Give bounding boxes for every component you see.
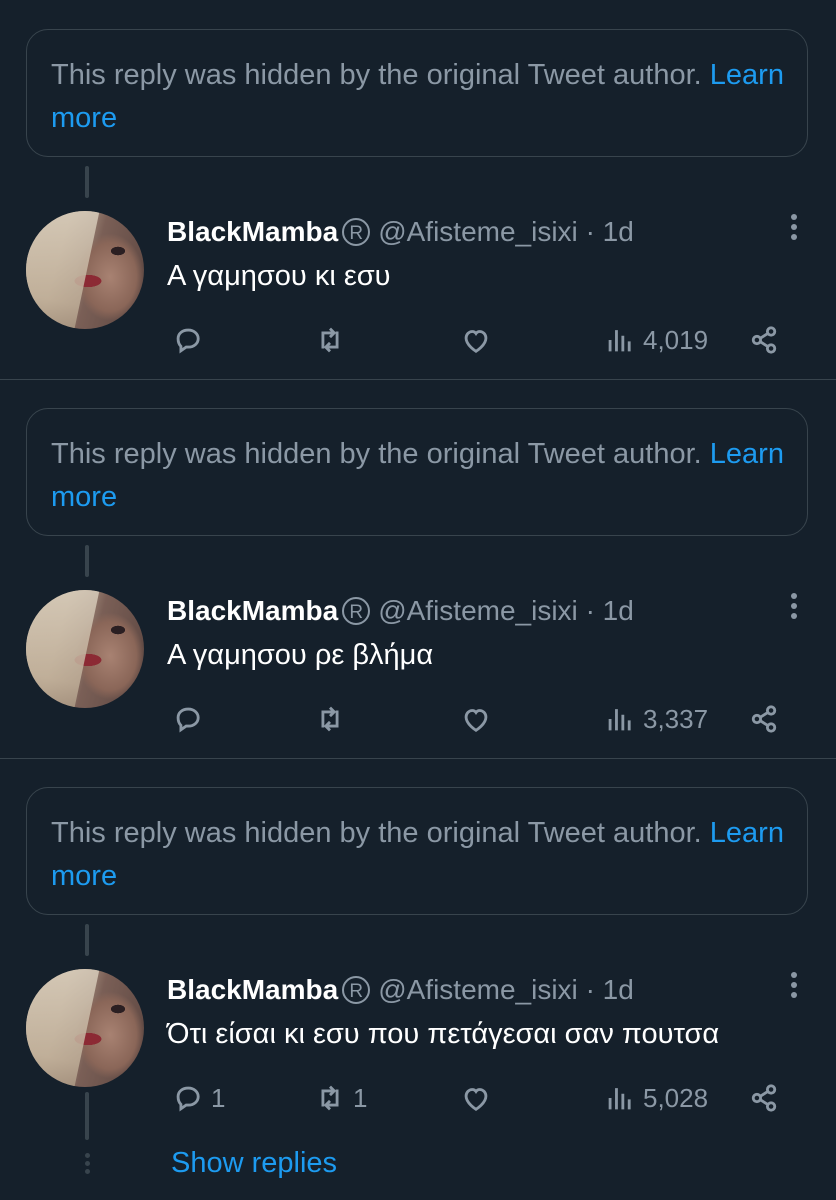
reply-button[interactable] bbox=[171, 320, 211, 360]
tweet-header: BlackMamba R @Afisteme_isixi · 1d bbox=[167, 591, 634, 631]
user-handle[interactable]: @Afisteme_isixi bbox=[378, 974, 578, 1005]
retweet-icon bbox=[321, 706, 339, 732]
more-vertical-icon[interactable] bbox=[782, 968, 806, 1008]
tweet-text: Ότι είσαι κι εσυ που πετάγεσαι σαν πουτσ… bbox=[167, 1018, 720, 1050]
like-button[interactable] bbox=[459, 320, 493, 360]
thread-section-2: This reply was hidden by the original Tw… bbox=[0, 379, 836, 759]
tweet-time[interactable]: · 1d bbox=[586, 595, 634, 626]
share-button[interactable] bbox=[747, 1078, 781, 1118]
registered-badge-icon: R bbox=[342, 217, 371, 246]
share-button[interactable] bbox=[747, 320, 781, 360]
tweet-time[interactable]: · 1d bbox=[586, 974, 634, 1005]
share-icon bbox=[751, 705, 777, 733]
display-name[interactable]: BlackMamba bbox=[167, 974, 338, 1005]
reply-icon bbox=[176, 328, 200, 354]
reply-icon bbox=[176, 707, 200, 733]
tweet-actions: 1 1 5,028 bbox=[167, 1078, 787, 1118]
tweet-actions: 3,337 bbox=[167, 699, 787, 739]
views-count: 5,028 bbox=[643, 1082, 709, 1113]
more-vertical-icon[interactable] bbox=[782, 589, 806, 629]
thread-connector bbox=[85, 545, 89, 577]
retweet-icon bbox=[321, 327, 339, 353]
tweet-header: BlackMamba R @Afisteme_isixi · 1d bbox=[167, 970, 634, 1010]
thread-section-1: This reply was hidden by the original Tw… bbox=[0, 0, 836, 380]
user-handle[interactable]: @Afisteme_isixi bbox=[378, 216, 578, 247]
views-icon bbox=[608, 709, 631, 731]
hidden-reply-notice: This reply was hidden by the original Tw… bbox=[26, 787, 808, 915]
views-count: 4,019 bbox=[643, 324, 709, 355]
hidden-reply-text: This reply was hidden by the original Tw… bbox=[51, 54, 791, 140]
hidden-reply-message: This reply was hidden by the original Tw… bbox=[51, 817, 702, 849]
views-count: 3,337 bbox=[643, 703, 709, 734]
views-icon bbox=[608, 1088, 631, 1110]
hidden-reply-message: This reply was hidden by the original Tw… bbox=[51, 59, 702, 91]
retweet-count: 1 bbox=[353, 1082, 368, 1113]
tweet-text: Α γαμησου κι εσυ bbox=[167, 260, 391, 292]
hidden-reply-notice: This reply was hidden by the original Tw… bbox=[26, 29, 808, 157]
views-button[interactable]: 5,028 bbox=[603, 1078, 708, 1118]
thread-connector bbox=[85, 924, 89, 956]
more-vertical-icon[interactable] bbox=[782, 210, 806, 250]
hidden-reply-notice: This reply was hidden by the original Tw… bbox=[26, 408, 808, 536]
reply-count: 1 bbox=[211, 1082, 226, 1113]
like-button[interactable] bbox=[459, 699, 493, 739]
retweet-button[interactable] bbox=[313, 320, 353, 360]
tweet-header: BlackMamba R @Afisteme_isixi · 1d bbox=[167, 212, 634, 252]
views-button[interactable]: 4,019 bbox=[603, 320, 708, 360]
thread-continuation-dots bbox=[81, 1150, 93, 1180]
avatar[interactable] bbox=[26, 969, 144, 1087]
thread-connector bbox=[85, 1092, 89, 1140]
heart-icon bbox=[464, 1088, 488, 1111]
avatar[interactable] bbox=[26, 211, 144, 329]
show-replies-link[interactable]: Show replies bbox=[171, 1143, 337, 1183]
avatar[interactable] bbox=[26, 590, 144, 708]
hidden-reply-text: This reply was hidden by the original Tw… bbox=[51, 433, 791, 519]
display-name[interactable]: BlackMamba bbox=[167, 216, 338, 247]
thread-connector bbox=[85, 166, 89, 198]
share-button[interactable] bbox=[747, 699, 781, 739]
like-button[interactable] bbox=[459, 1078, 493, 1118]
share-icon bbox=[751, 326, 777, 354]
retweet-button[interactable] bbox=[313, 699, 353, 739]
registered-badge-icon: R bbox=[342, 975, 371, 1004]
reply-icon bbox=[176, 1086, 200, 1112]
heart-icon bbox=[464, 709, 488, 732]
hidden-reply-text: This reply was hidden by the original Tw… bbox=[51, 812, 791, 898]
heart-icon bbox=[464, 330, 488, 353]
registered-badge-icon: R bbox=[342, 596, 371, 625]
tweet-text: Α γαμησου ρε βλήμα bbox=[167, 639, 434, 671]
display-name[interactable]: BlackMamba bbox=[167, 595, 338, 626]
views-icon bbox=[608, 330, 631, 352]
thread-section-3: This reply was hidden by the original Tw… bbox=[0, 758, 836, 1137]
tweet-time[interactable]: · 1d bbox=[586, 216, 634, 247]
retweet-icon bbox=[321, 1085, 339, 1111]
reply-button[interactable]: 1 bbox=[171, 1078, 225, 1118]
views-button[interactable]: 3,337 bbox=[603, 699, 708, 739]
tweet-actions: 4,019 bbox=[167, 320, 787, 360]
user-handle[interactable]: @Afisteme_isixi bbox=[378, 595, 578, 626]
share-icon bbox=[751, 1084, 777, 1112]
reply-button[interactable] bbox=[171, 699, 211, 739]
retweet-button[interactable]: 1 bbox=[313, 1078, 367, 1118]
hidden-reply-message: This reply was hidden by the original Tw… bbox=[51, 438, 702, 470]
